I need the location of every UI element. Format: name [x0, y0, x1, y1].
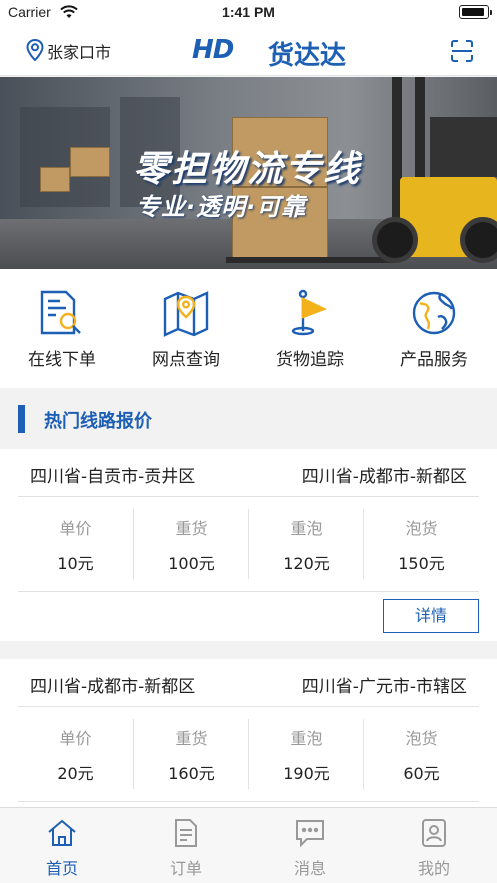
banner-title: 零担物流专线	[133, 149, 362, 190]
price-value: 10元	[57, 554, 94, 573]
hot-routes-header: 热门线路报价	[0, 389, 497, 449]
status-bar: Carrier 1:41 PM	[0, 0, 497, 26]
route-origin: 四川省-自贡市-贡井区	[30, 467, 196, 487]
quick-outlet-query[interactable]: 网点查询	[124, 269, 248, 388]
price-value: 120元	[283, 554, 330, 573]
price-heavy: 重货 160元	[133, 719, 248, 789]
header: 张家口市 HD 货达达	[0, 26, 497, 76]
route-card: 四川省-成都市-新都区 四川省-广元市-市辖区 单价 20元 重货 160元 重…	[0, 659, 497, 807]
message-icon	[296, 820, 324, 848]
quick-product-service-label: 产品服务	[400, 350, 468, 370]
price-label: 重泡	[290, 519, 323, 538]
price-value: 150元	[398, 554, 445, 573]
order-icon	[175, 819, 197, 847]
tab-orders[interactable]: 订单	[124, 808, 248, 883]
route-destination: 四川省-广元市-市辖区	[301, 677, 467, 697]
clock: 1:41 PM	[222, 4, 275, 20]
price-unit: 单价 20元	[18, 719, 133, 789]
tab-messages-label: 消息	[293, 859, 326, 878]
price-heavy: 重货 100元	[133, 509, 248, 579]
globe-icon	[412, 291, 456, 335]
price-label: 单价	[59, 729, 92, 748]
price-label: 重货	[175, 729, 208, 748]
quick-online-order-label: 在线下单	[28, 350, 96, 370]
detail-button[interactable]: 详情	[383, 599, 479, 633]
price-bulky: 泡货 150元	[363, 509, 478, 579]
document-search-icon	[40, 290, 81, 335]
tab-orders-label: 订单	[169, 859, 202, 878]
scan-icon[interactable]	[450, 39, 474, 67]
logo-mark: HD	[192, 35, 234, 65]
battery-level	[462, 8, 484, 16]
quick-cargo-tracking-label: 货物追踪	[276, 350, 344, 370]
quick-outlet-query-label: 网点查询	[152, 350, 220, 370]
tab-profile-label: 我的	[417, 859, 450, 878]
route-line: 四川省-成都市-新都区 四川省-广元市-市辖区	[18, 659, 479, 707]
price-label: 泡货	[405, 519, 438, 538]
profile-icon	[422, 819, 446, 847]
price-value: 60元	[403, 764, 440, 783]
banner-subtitle: 专业·透明·可靠	[136, 193, 307, 221]
price-heavy-bulky: 重泡 190元	[248, 719, 363, 789]
quick-product-service[interactable]: 产品服务	[372, 269, 496, 388]
price-label: 单价	[59, 519, 92, 538]
price-heavy-bulky: 重泡 120元	[248, 509, 363, 579]
tab-messages[interactable]: 消息	[248, 808, 372, 883]
route-line: 四川省-自贡市-贡井区 四川省-成都市-新都区	[18, 449, 479, 497]
price-grid: 单价 20元 重货 160元 重泡 190元 泡货 60元	[18, 707, 479, 802]
quick-menu: 在线下单 网点查询 货物追踪 产品服务	[0, 269, 497, 388]
flag-icon	[291, 289, 328, 336]
section-accent-bar	[18, 405, 25, 433]
promo-banner[interactable]: 零担物流专线 专业·透明·可靠	[0, 77, 497, 269]
price-grid: 单价 10元 重货 100元 重泡 120元 泡货 150元	[18, 497, 479, 592]
location-pin-icon[interactable]	[26, 38, 44, 65]
price-label: 泡货	[405, 729, 438, 748]
price-label: 重货	[175, 519, 208, 538]
price-label: 重泡	[290, 729, 323, 748]
quick-cargo-tracking[interactable]: 货物追踪	[248, 269, 372, 388]
price-value: 190元	[283, 764, 330, 783]
price-value: 160元	[168, 764, 215, 783]
price-value: 100元	[168, 554, 215, 573]
map-pin-icon	[163, 291, 209, 337]
section-title: 热门线路报价	[44, 411, 152, 432]
city-selector[interactable]: 张家口市	[47, 39, 111, 63]
quick-online-order[interactable]: 在线下单	[0, 269, 124, 388]
price-unit: 单价 10元	[18, 509, 133, 579]
route-origin: 四川省-成都市-新都区	[30, 677, 196, 697]
route-card: 四川省-自贡市-贡井区 四川省-成都市-新都区 单价 10元 重货 100元 重…	[0, 449, 497, 641]
route-destination: 四川省-成都市-新都区	[301, 467, 467, 487]
tab-home[interactable]: 首页	[0, 808, 124, 883]
home-icon	[48, 819, 76, 846]
battery-icon	[459, 5, 492, 19]
price-value: 20元	[57, 764, 94, 783]
tab-bar: 首页 订单 消息 我的	[0, 807, 497, 883]
price-bulky: 泡货 60元	[363, 719, 478, 789]
tab-home-label: 首页	[45, 859, 78, 878]
logo-text: 货达达	[268, 41, 347, 71]
tab-profile[interactable]: 我的	[372, 808, 496, 883]
